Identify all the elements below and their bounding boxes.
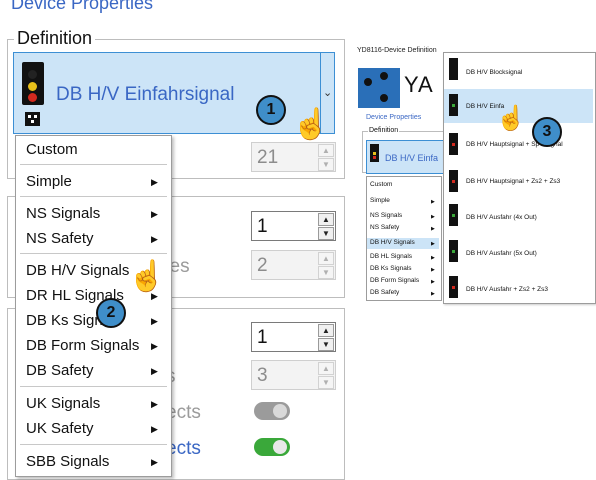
submenu-arrow-icon: ▶ [431,214,435,220]
inset-selected-type: DB H/V Einfa [385,153,439,163]
inset-definition-legend: Definition [368,127,400,134]
submenu-signal-icon [449,240,458,262]
pointer-hand-icon: ☝ [128,260,166,293]
callout-badge-3: 3 [532,117,562,147]
submenu-item-ausfahr-4x[interactable]: DB H/V Ausfahr (4x Out) [466,214,537,221]
app-logo-text: YA [404,72,434,97]
addresses-spinner: 2 ▲ ▼ [251,250,336,280]
submenu-arrow-icon: ▶ [151,209,158,219]
inputs-spinner[interactable]: 1 ▲ ▼ [251,322,336,352]
submenu-arrow-icon: ▶ [431,267,435,273]
spin-down-icon[interactable]: ▼ [318,338,334,351]
submenu-signal-icon [449,276,458,298]
menu-item-uk-safety[interactable]: UK Safety [26,420,94,437]
input-addresses-spinner: 3 ▲ ▼ [251,360,336,390]
pointer-hand-icon: ☝ [292,108,330,141]
inset-window-title: YD8116-Device Definition [357,47,437,54]
menu-divider [20,444,167,445]
spin-up-icon[interactable]: ▲ [318,324,334,337]
menu-item-custom[interactable]: Custom [26,141,78,158]
submenu-arrow-icon: ▶ [431,255,435,261]
inset-menu-item-ns-safety[interactable]: NS Safety [370,224,399,231]
submenu-item-hauptsignal-sp[interactable]: DB H/V Hauptsignal + Sp [466,141,539,148]
spin-up-icon[interactable]: ▲ [318,213,334,226]
submenu-signal-icon [449,58,458,80]
menu-divider [20,164,167,165]
menu-item-ns-safety[interactable]: NS Safety [26,230,94,247]
submenu-item-ausfahr-5x[interactable]: DB H/V Ausfahr (5x Out) [466,250,537,257]
callout-badge-1: 1 [256,95,286,125]
submenu-signal-icon [449,170,458,192]
submenu-item-blocksignal[interactable]: DB H/V Blocksignal [466,69,522,76]
inset-header: Device Properties [366,114,422,121]
spin-down-icon: ▼ [318,376,334,389]
callout-badge-2: 2 [96,298,126,328]
inset-menu-item-db-form-signals[interactable]: DB Form Signals [370,277,419,284]
submenu-arrow-icon: ▶ [151,234,158,244]
signal-icon [22,62,46,112]
submenu-arrow-icon: ▶ [431,279,435,285]
menu-divider [20,196,167,197]
submenu-arrow-icon: ▶ [151,399,158,409]
inset-menu-item-simple[interactable]: Simple [370,197,390,204]
selected-device-type: DB H/V Einfahrsignal [56,84,235,105]
effects-toggle[interactable] [254,402,290,420]
chevron-down-icon: ⌄ [323,87,333,99]
inset-signal-icon [370,144,379,162]
spin-down-icon: ▼ [318,266,334,279]
app-logo [358,68,400,108]
submenu-arrow-icon: ▶ [151,424,158,434]
page-header: Device Properties [11,0,154,13]
inset-menu-item-db-ks-signals[interactable]: DB Ks Signals [370,265,412,272]
submenu-arrow-icon: ▶ [151,316,158,326]
pointer-hand-icon: ☝ [496,105,526,132]
submenu-arrow-icon: ▶ [431,226,435,232]
submenu-signal-icon [449,204,458,226]
menu-item-ns-signals[interactable]: NS Signals [26,205,100,222]
submenu-arrow-icon: ▶ [151,366,158,376]
menu-item-simple[interactable]: Simple [26,173,72,190]
definition-legend: Definition [14,28,96,49]
inset-menu-item-db-hl-signals[interactable]: DB HL Signals [370,253,412,260]
outputs-spinner[interactable]: 1 ▲ ▼ [251,211,336,241]
submenu-arrow-icon: ▶ [431,241,435,247]
submenu-signal-icon [449,133,458,155]
spin-up-icon: ▲ [318,252,334,265]
inset-menu-item-db-hv-signals[interactable]: DB H/V Signals [370,239,415,246]
id-spinner: 21 ▲ ▼ [251,142,336,172]
inset-menu-item-db-safety[interactable]: DB Safety [370,289,399,296]
spin-up-icon: ▲ [318,144,334,157]
effects-toggle-2[interactable] [254,438,290,456]
menu-divider [20,253,167,254]
submenu-arrow-icon: ▶ [151,177,158,187]
signal-base-icon [25,112,40,126]
device-type-menu: Custom Simple ▶ NS Signals ▶ NS Safety ▶… [15,135,172,477]
submenu-arrow-icon: ▶ [431,199,435,205]
inset-menu-item-custom[interactable]: Custom [370,181,392,188]
menu-item-sbb-signals[interactable]: SBB Signals [26,453,109,470]
menu-divider [20,386,167,387]
menu-item-db-safety[interactable]: DB Safety [26,362,94,379]
submenu-arrow-icon: ▶ [151,457,158,467]
spin-down-icon[interactable]: ▼ [318,227,334,240]
menu-item-uk-signals[interactable]: UK Signals [26,395,100,412]
inset-menu-item-ns-signals[interactable]: NS Signals [370,212,402,219]
menu-item-db-hv-signals[interactable]: DB H/V Signals [26,262,129,279]
submenu-item-hauptsignal-zs[interactable]: DB H/V Hauptsignal + Zs2 + Zs3 [466,178,560,185]
spin-down-icon: ▼ [318,158,334,171]
menu-item-db-form-signals[interactable]: DB Form Signals [26,337,139,354]
spin-up-icon: ▲ [318,362,334,375]
submenu-signal-icon [449,94,458,116]
submenu-item-ausfahr-zs[interactable]: DB H/V Ausfahr + Zs2 + Zs3 [466,286,548,293]
submenu-arrow-icon: ▶ [151,341,158,351]
submenu-arrow-icon: ▶ [431,291,435,297]
